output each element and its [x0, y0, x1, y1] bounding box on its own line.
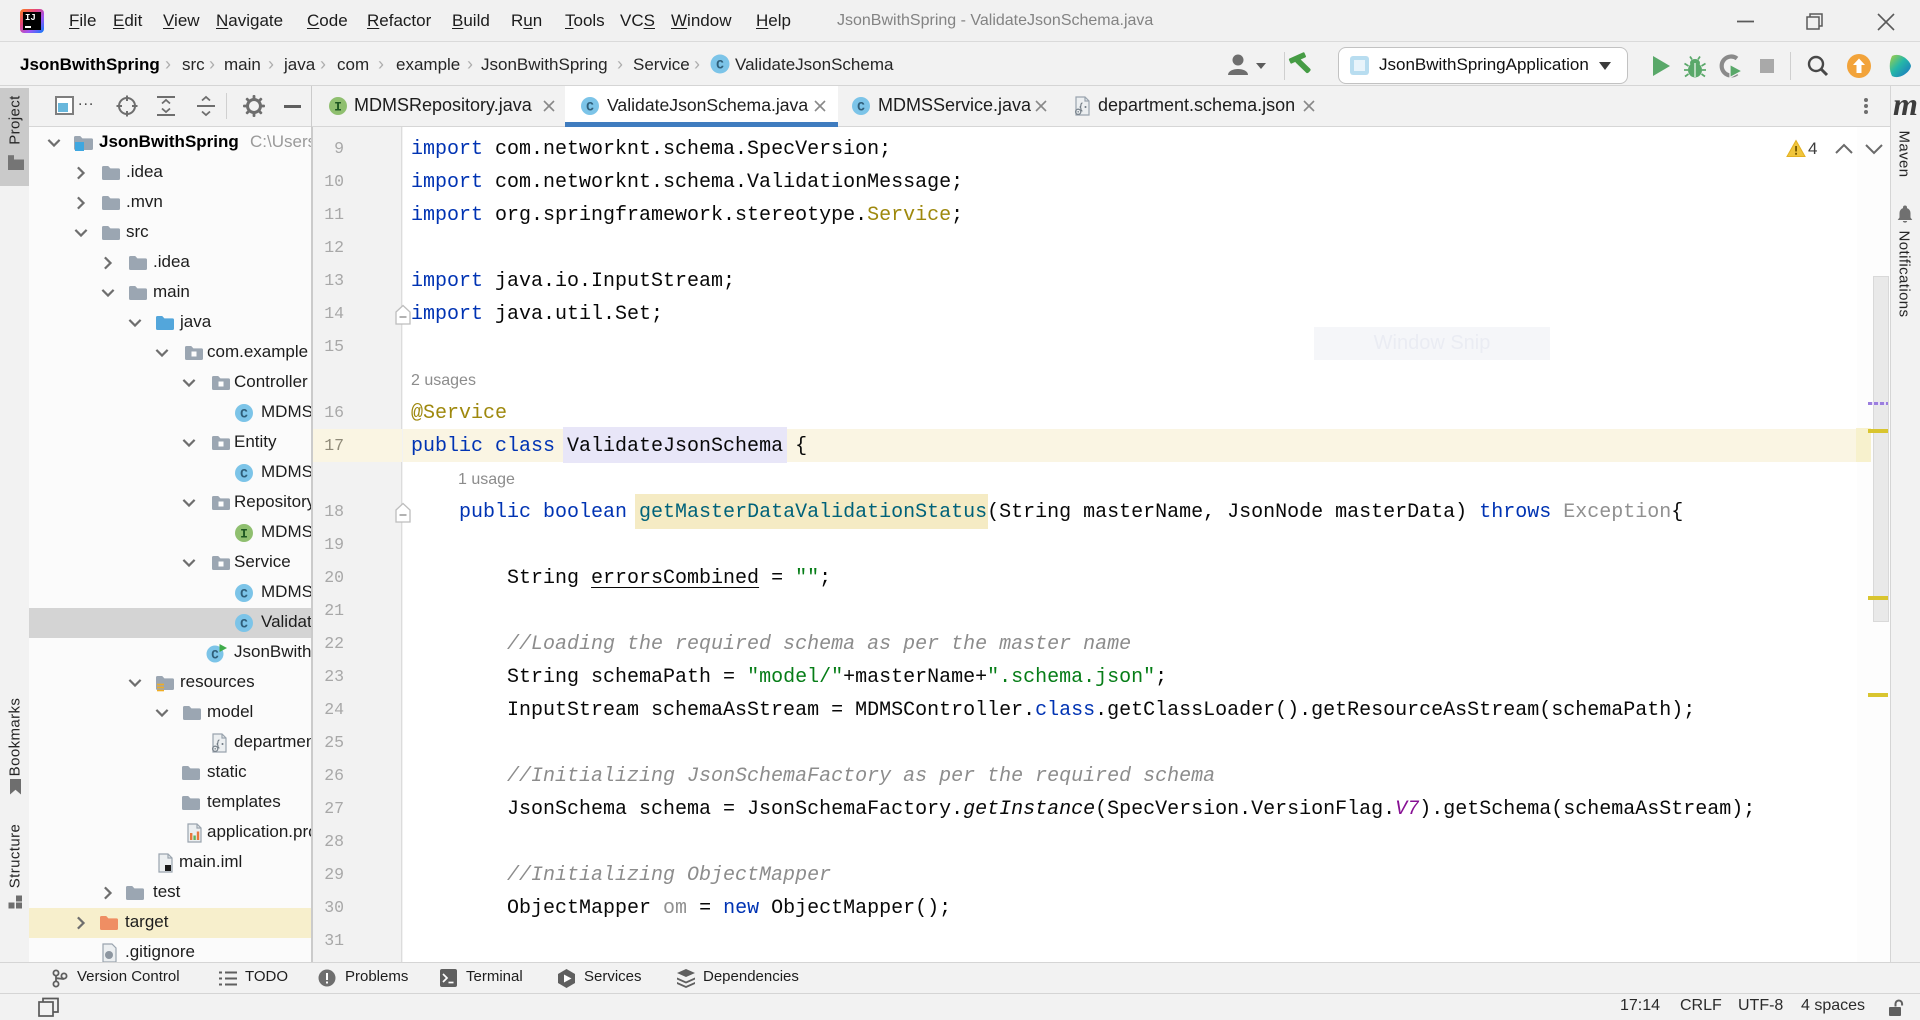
svg-text:C: C	[716, 58, 724, 73]
